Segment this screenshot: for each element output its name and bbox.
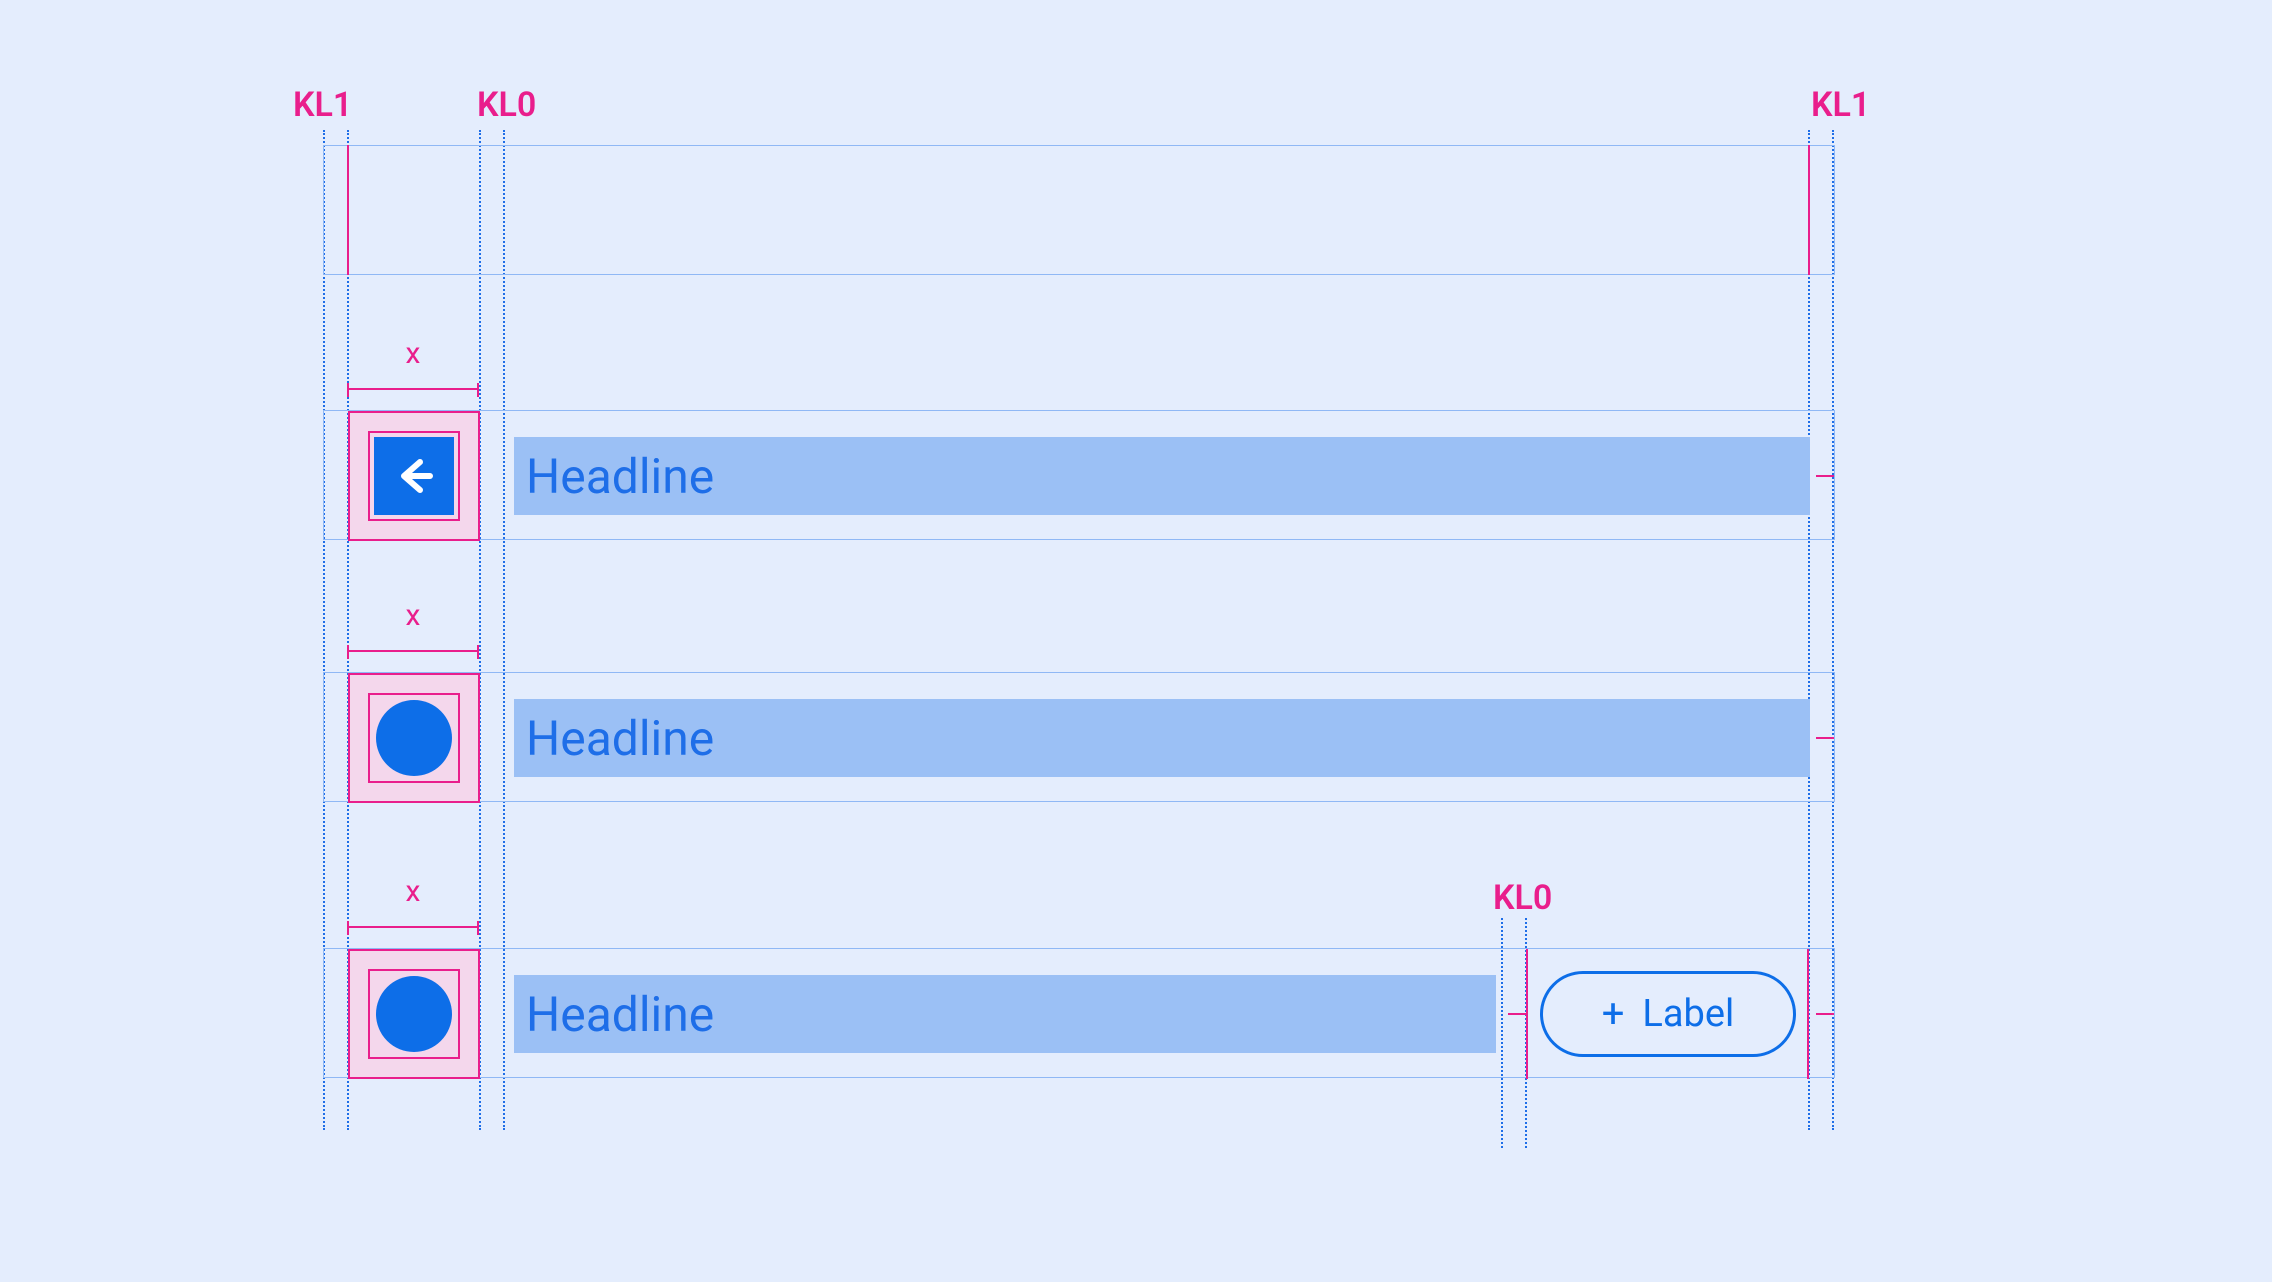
back-button[interactable] bbox=[374, 437, 454, 515]
spec-canvas: KL1 KL0 KL1 x Headline x Headline bbox=[323, 0, 1835, 1282]
dim-x-label-3: x bbox=[398, 874, 428, 909]
leading-avatar-3[interactable] bbox=[376, 976, 452, 1052]
arrow-back-icon bbox=[390, 452, 438, 500]
right-stub-1 bbox=[1816, 475, 1834, 477]
headline-text-1: Headline bbox=[526, 448, 714, 505]
pink-guide-left-top bbox=[347, 145, 349, 275]
appbar-row-2: Headline bbox=[323, 672, 1835, 802]
dim-x-2 bbox=[347, 650, 479, 652]
dim-x-label-2: x bbox=[398, 598, 428, 633]
pink-guide-right-top bbox=[1808, 145, 1810, 275]
headline-text-2: Headline bbox=[526, 710, 714, 767]
plus-icon: + bbox=[1602, 994, 1625, 1034]
dim-x-3 bbox=[347, 926, 479, 928]
appbar-row-3: Headline + Label bbox=[323, 948, 1835, 1078]
appbar-row-1: Headline bbox=[323, 410, 1835, 540]
right-stub-2 bbox=[1816, 737, 1834, 739]
chip-label: Label bbox=[1642, 992, 1734, 1036]
left-stub-chip bbox=[1508, 1013, 1526, 1015]
keyline-label-kl0-chip: KL0 bbox=[1493, 878, 1552, 918]
headline-area-1: Headline bbox=[514, 437, 1810, 515]
keyline-label-kl1-right: KL1 bbox=[1811, 85, 1870, 125]
action-chip[interactable]: + Label bbox=[1540, 971, 1796, 1057]
headline-area-3: Headline bbox=[514, 975, 1496, 1053]
dim-x-label-1: x bbox=[398, 336, 428, 371]
keyline-label-kl0-left: KL0 bbox=[477, 85, 536, 125]
spacer-bar bbox=[323, 145, 1835, 275]
headline-area-2: Headline bbox=[514, 699, 1810, 777]
headline-text-3: Headline bbox=[526, 986, 714, 1043]
leading-avatar-2[interactable] bbox=[376, 700, 452, 776]
dim-x-1 bbox=[347, 388, 479, 390]
keyline-label-kl1-left: KL1 bbox=[293, 85, 352, 125]
right-stub-3 bbox=[1816, 1013, 1834, 1015]
